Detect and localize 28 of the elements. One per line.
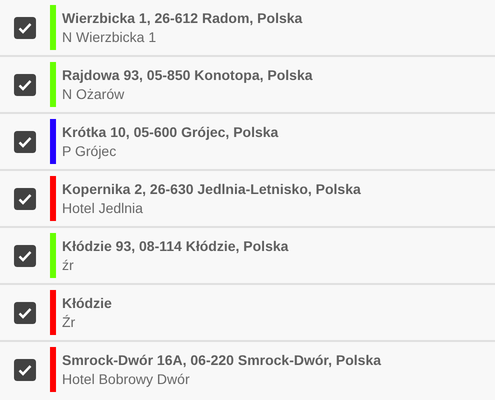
address-subtitle: N Wierzbicka 1 (62, 28, 158, 46)
address-subtitle: źr (62, 256, 75, 274)
address-title: Krótka 10, 05-600 Grójec, Polska (62, 122, 278, 142)
address-title: Rajdowa 93, 05-850 Konotopa, Polska (62, 66, 313, 84)
address-subtitle: Hotel Bobrowy Dwór (62, 370, 191, 388)
checkbox[interactable] (14, 130, 36, 152)
checkbox[interactable] (14, 188, 36, 210)
checkbox[interactable] (14, 358, 36, 380)
address-subtitle: Hotel Jedlnia (62, 198, 144, 218)
checkmark-icon (18, 306, 32, 318)
checkmark-icon (18, 78, 32, 90)
checkbox[interactable] (14, 244, 36, 266)
checkbox[interactable] (14, 302, 36, 324)
address-subtitle: N Ożarów (62, 84, 126, 104)
address-title: Wierzbicka 1, 26-612 Radom, Polska (62, 8, 302, 28)
checkmark-icon (18, 22, 32, 34)
checkmark-icon (18, 192, 32, 204)
address-subtitle: P Grójec (62, 142, 118, 160)
checkbox[interactable] (14, 74, 36, 96)
address-subtitle: Źr (62, 312, 76, 332)
address-title: Kłódzie (62, 294, 112, 312)
checkmark-icon (18, 250, 32, 262)
checkmark-icon (18, 136, 32, 148)
address-title: Kłódzie 93, 08-114 Kłódzie, Polska (62, 236, 288, 256)
address-title: Smrock-Dwór 16A, 06-220 Smrock-Dwór, Polska (62, 350, 382, 370)
address-title: Kopernika 2, 26-630 Jedlnia-Letnisko, Polska (62, 180, 361, 198)
checkbox[interactable] (14, 16, 36, 38)
checkmark-icon (18, 364, 32, 376)
